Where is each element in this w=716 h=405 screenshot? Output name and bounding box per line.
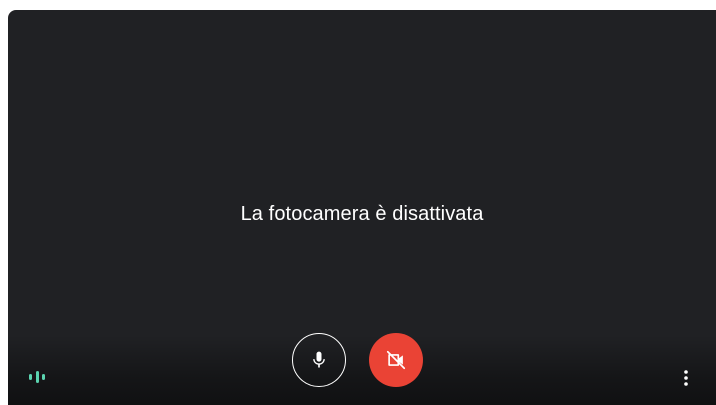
controls-gradient <box>8 335 716 405</box>
audio-bar <box>42 374 45 380</box>
audio-bar <box>35 371 39 383</box>
camera-preview: La fotocamera è disattivata <box>8 10 716 405</box>
more-options-button[interactable] <box>676 366 696 390</box>
camera-off-message: La fotocamera è disattivata <box>240 203 484 225</box>
audio-level-icon <box>29 371 45 383</box>
audio-bar <box>29 374 32 380</box>
more-vertical-icon <box>684 370 688 386</box>
microphone-toggle-button[interactable] <box>292 333 346 387</box>
camera-off-icon <box>386 350 406 370</box>
microphone-icon <box>313 351 325 368</box>
camera-toggle-button[interactable] <box>369 333 423 387</box>
